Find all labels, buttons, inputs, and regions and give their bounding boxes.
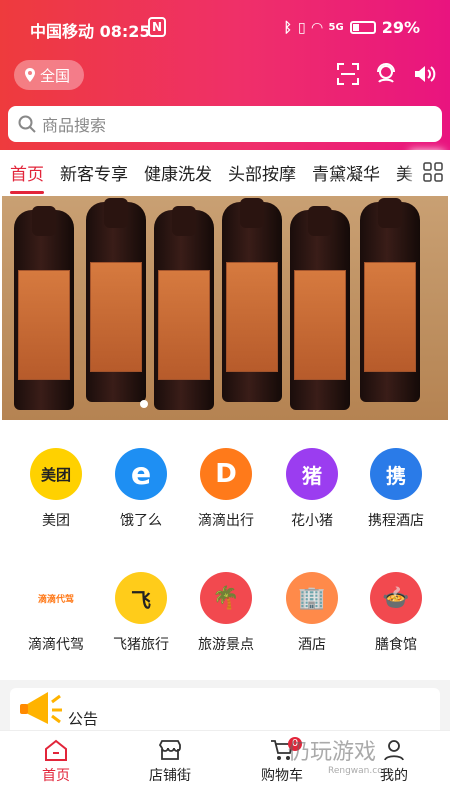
food-bowl-icon: 🍲 bbox=[370, 572, 422, 624]
wine-bottle bbox=[86, 198, 146, 402]
wine-bottle bbox=[154, 206, 214, 410]
category-tabs: 首页 新客专享 健康洗发 头部按摩 青黛凝华 美 bbox=[0, 150, 450, 194]
service-label: 膳食馆 bbox=[375, 637, 417, 653]
wine-bottle bbox=[290, 206, 350, 410]
battery-percent: 29% bbox=[381, 18, 420, 37]
tab-hair-wash[interactable]: 健康洗发 bbox=[144, 160, 212, 185]
wifi-icon: ◠ bbox=[311, 19, 323, 36]
service-label: 携程酒店 bbox=[368, 513, 424, 529]
header: 中国移动 08:25 N ᛒ ▯ ◠ 5G 29% 全国 商品搜索 bbox=[0, 0, 450, 150]
megaphone-icon bbox=[20, 692, 62, 724]
scan-icon[interactable] bbox=[336, 62, 360, 86]
didi-daijia-icon: 滴滴代驾 bbox=[30, 572, 82, 624]
ctrip-icon: 携 bbox=[370, 448, 422, 500]
notice-title: 公告 bbox=[68, 710, 99, 728]
carousel-indicator bbox=[140, 400, 148, 408]
wine-bottle bbox=[222, 198, 282, 402]
meituan-icon: 美团 bbox=[30, 448, 82, 500]
header-actions bbox=[336, 62, 436, 86]
speaker-icon[interactable] bbox=[412, 62, 436, 86]
customer-service-icon[interactable] bbox=[374, 62, 398, 86]
shop-icon bbox=[158, 740, 181, 760]
home-icon bbox=[45, 739, 67, 761]
tabbar-shops[interactable]: 店铺街 bbox=[130, 739, 210, 785]
hotel-icon: 🏢 bbox=[286, 572, 338, 624]
huaxiaozhu-icon: 猪 bbox=[286, 448, 338, 500]
service-fliggy[interactable]: 飞 飞猪旅行 bbox=[101, 572, 181, 654]
watermark-sub: Rengwan.com bbox=[328, 766, 392, 776]
service-huaxiaozhu[interactable]: 猪 花小猪 bbox=[272, 448, 352, 530]
search-input[interactable]: 商品搜索 bbox=[8, 106, 442, 142]
fliggy-icon: 飞 bbox=[115, 572, 167, 624]
service-hotel[interactable]: 🏢 酒店 bbox=[272, 572, 352, 654]
eleme-icon: e bbox=[115, 448, 167, 500]
didi-icon: D bbox=[200, 448, 252, 500]
signal-icon: 5G bbox=[328, 22, 344, 33]
service-eleme[interactable]: e 饿了么 bbox=[101, 448, 181, 530]
search-placeholder: 商品搜索 bbox=[42, 116, 107, 135]
service-label: 酒店 bbox=[298, 637, 326, 653]
search-icon bbox=[18, 115, 36, 133]
wine-box-image bbox=[2, 196, 448, 420]
nfc-icon: N bbox=[148, 17, 166, 37]
location-pin-icon bbox=[25, 68, 35, 82]
service-label: 花小猪 bbox=[291, 513, 333, 529]
service-grid: 美团 美团 e 饿了么 D 滴滴出行 猪 花小猪 携 携程酒店 滴滴代驾 滴滴代… bbox=[0, 422, 450, 680]
location-selector[interactable]: 全国 bbox=[14, 60, 85, 90]
service-food[interactable]: 🍲 膳食馆 bbox=[356, 572, 436, 654]
palm-tree-icon: 🌴 bbox=[200, 572, 252, 624]
vibrate-icon: ▯ bbox=[298, 19, 306, 36]
tabbar-home[interactable]: 首页 bbox=[16, 739, 96, 785]
watermark: 仍玩游戏 Rengwan.com bbox=[288, 734, 438, 794]
service-label: 饿了么 bbox=[120, 513, 162, 529]
service-meituan[interactable]: 美团 美团 bbox=[16, 448, 96, 530]
service-label: 旅游景点 bbox=[198, 637, 254, 653]
service-didi[interactable]: D 滴滴出行 bbox=[186, 448, 266, 530]
tab-new-customer[interactable]: 新客专享 bbox=[60, 160, 128, 185]
status-bar: 中国移动 08:25 N ᛒ ▯ ◠ 5G 29% bbox=[0, 14, 450, 42]
category-grid-icon[interactable] bbox=[416, 150, 450, 194]
carrier-time: 中国移动 08:25 bbox=[30, 22, 151, 41]
promo-banner[interactable] bbox=[0, 194, 450, 422]
battery-icon bbox=[349, 21, 376, 34]
tabbar-label: 店铺街 bbox=[149, 768, 191, 784]
bluetooth-icon: ᛒ bbox=[283, 19, 293, 36]
service-label: 滴滴出行 bbox=[198, 513, 254, 529]
wine-bottle bbox=[14, 206, 74, 410]
wine-bottle bbox=[360, 198, 420, 402]
service-label: 滴滴代驾 bbox=[28, 637, 84, 653]
tab-more[interactable]: 美 bbox=[396, 160, 413, 185]
tab-home[interactable]: 首页 bbox=[10, 160, 44, 194]
tab-qingdai[interactable]: 青黛凝华 bbox=[312, 160, 380, 185]
service-label: 飞猪旅行 bbox=[113, 637, 169, 653]
service-didi-daijia[interactable]: 滴滴代驾 滴滴代驾 bbox=[16, 572, 96, 654]
service-label: 美团 bbox=[42, 513, 70, 529]
tabbar-label: 首页 bbox=[42, 768, 70, 784]
watermark-title: 仍玩游戏 bbox=[288, 740, 377, 765]
location-label: 全国 bbox=[40, 66, 71, 85]
service-ctrip[interactable]: 携 携程酒店 bbox=[356, 448, 436, 530]
tab-head-massage[interactable]: 头部按摩 bbox=[228, 160, 296, 185]
status-icons: ᛒ ▯ ◠ 5G 29% bbox=[284, 18, 420, 37]
service-scenic[interactable]: 🌴 旅游景点 bbox=[186, 572, 266, 654]
